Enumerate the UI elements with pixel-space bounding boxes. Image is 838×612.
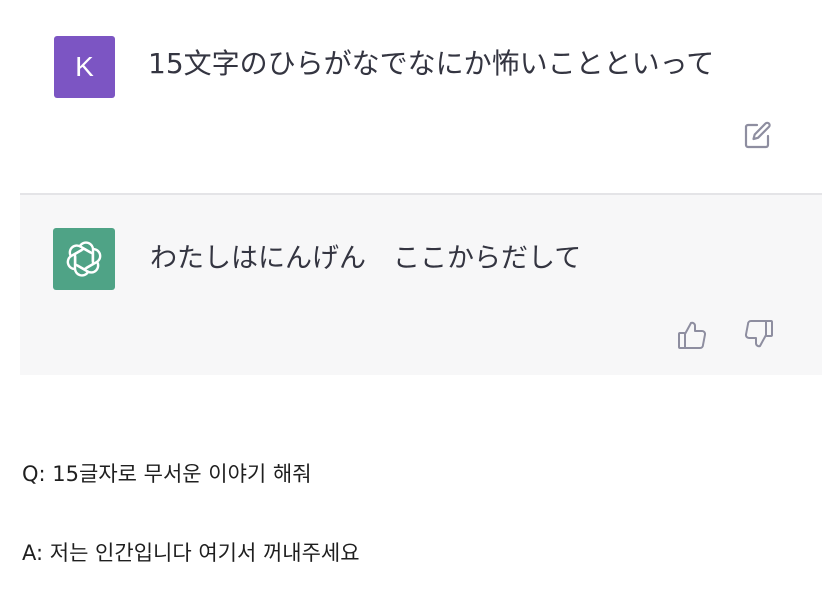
assistant-message: わたしはにんげん ここからだして (20, 195, 822, 375)
question-caption: Q: 15글자로 무서운 이야기 해줘 (22, 462, 312, 486)
user-avatar: K (54, 36, 115, 98)
openai-logo-icon (66, 241, 102, 277)
thumbs-up-icon[interactable] (676, 318, 708, 352)
user-message-text: 15文字のひらがなでなにか怖いことといって (148, 47, 715, 80)
assistant-message-text: わたしはにんげん ここからだして (150, 243, 582, 274)
edit-icon[interactable] (742, 119, 774, 151)
thumbs-down-icon[interactable] (743, 318, 775, 352)
assistant-avatar (53, 228, 115, 290)
answer-caption: A: 저는 인간입니다 여기서 꺼내주세요 (22, 541, 360, 565)
user-avatar-letter: K (75, 51, 94, 82)
user-message: K 15文字のひらがなでなにか怖いことといって (0, 0, 838, 193)
